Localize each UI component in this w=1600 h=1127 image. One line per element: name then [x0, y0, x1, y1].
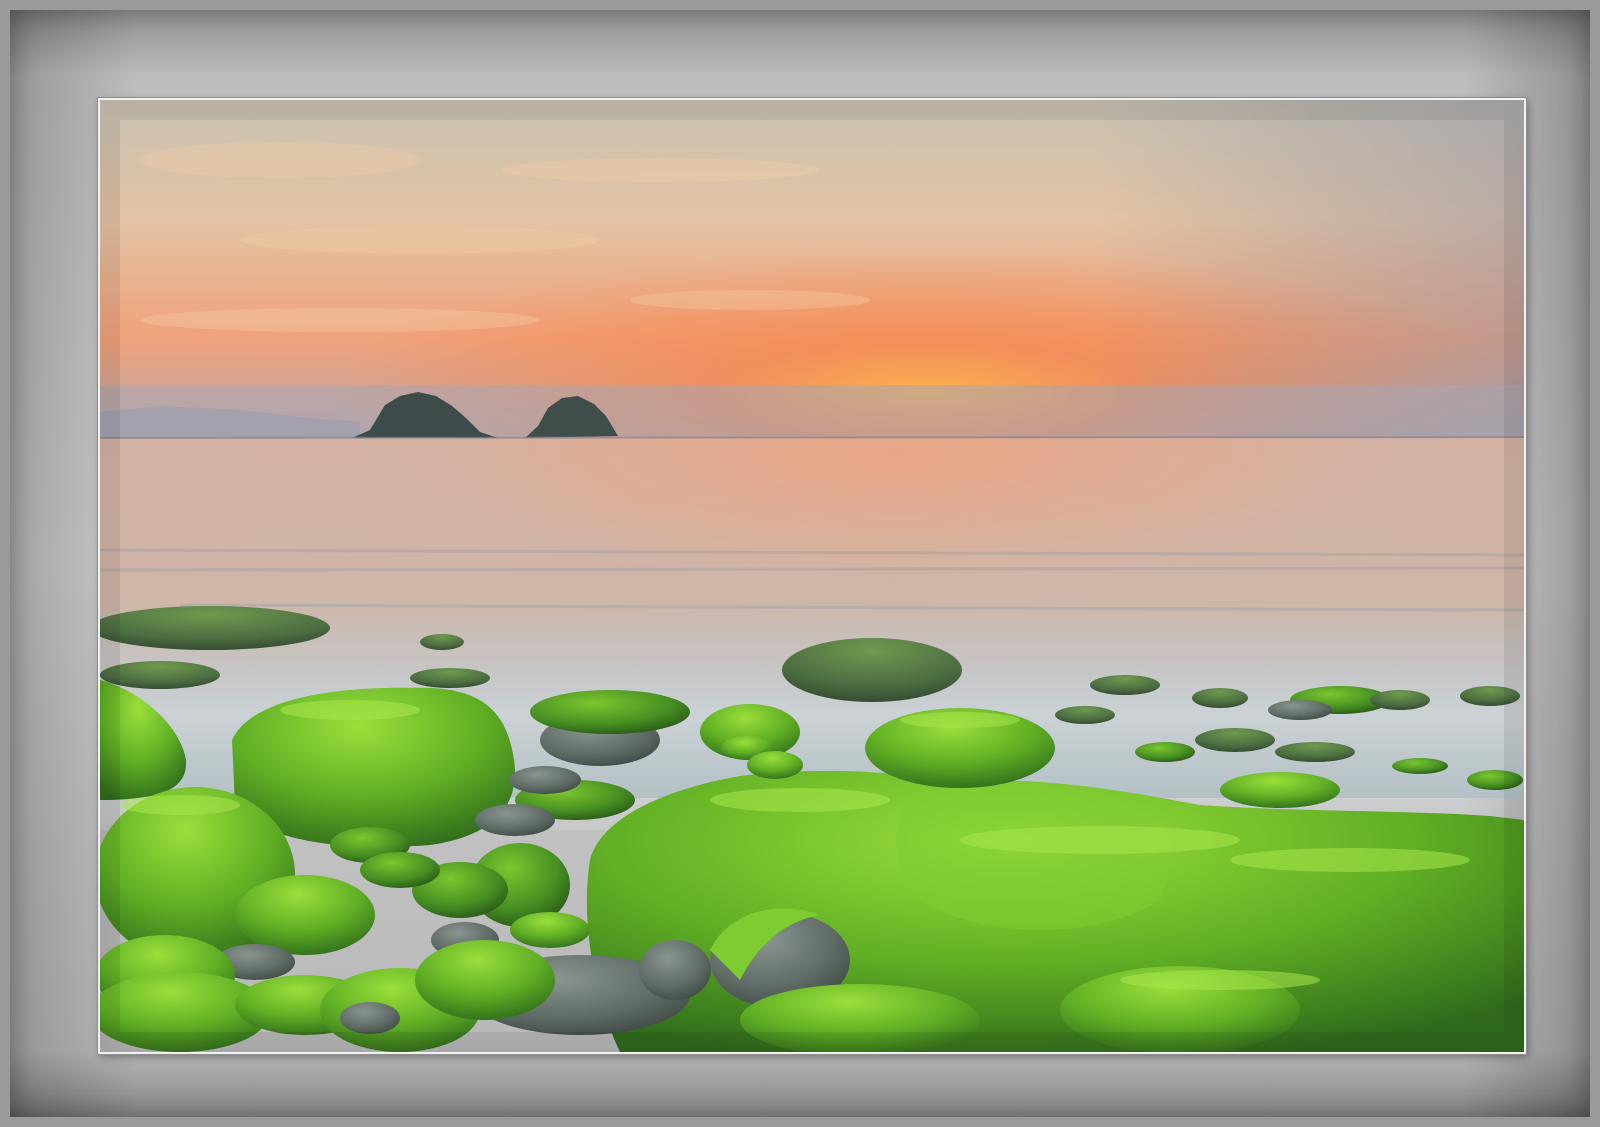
horizon-line	[100, 436, 1524, 439]
photo-frame	[98, 98, 1526, 1054]
seascape-photo	[100, 100, 1524, 1052]
gray-mat-border	[0, 0, 1600, 1127]
